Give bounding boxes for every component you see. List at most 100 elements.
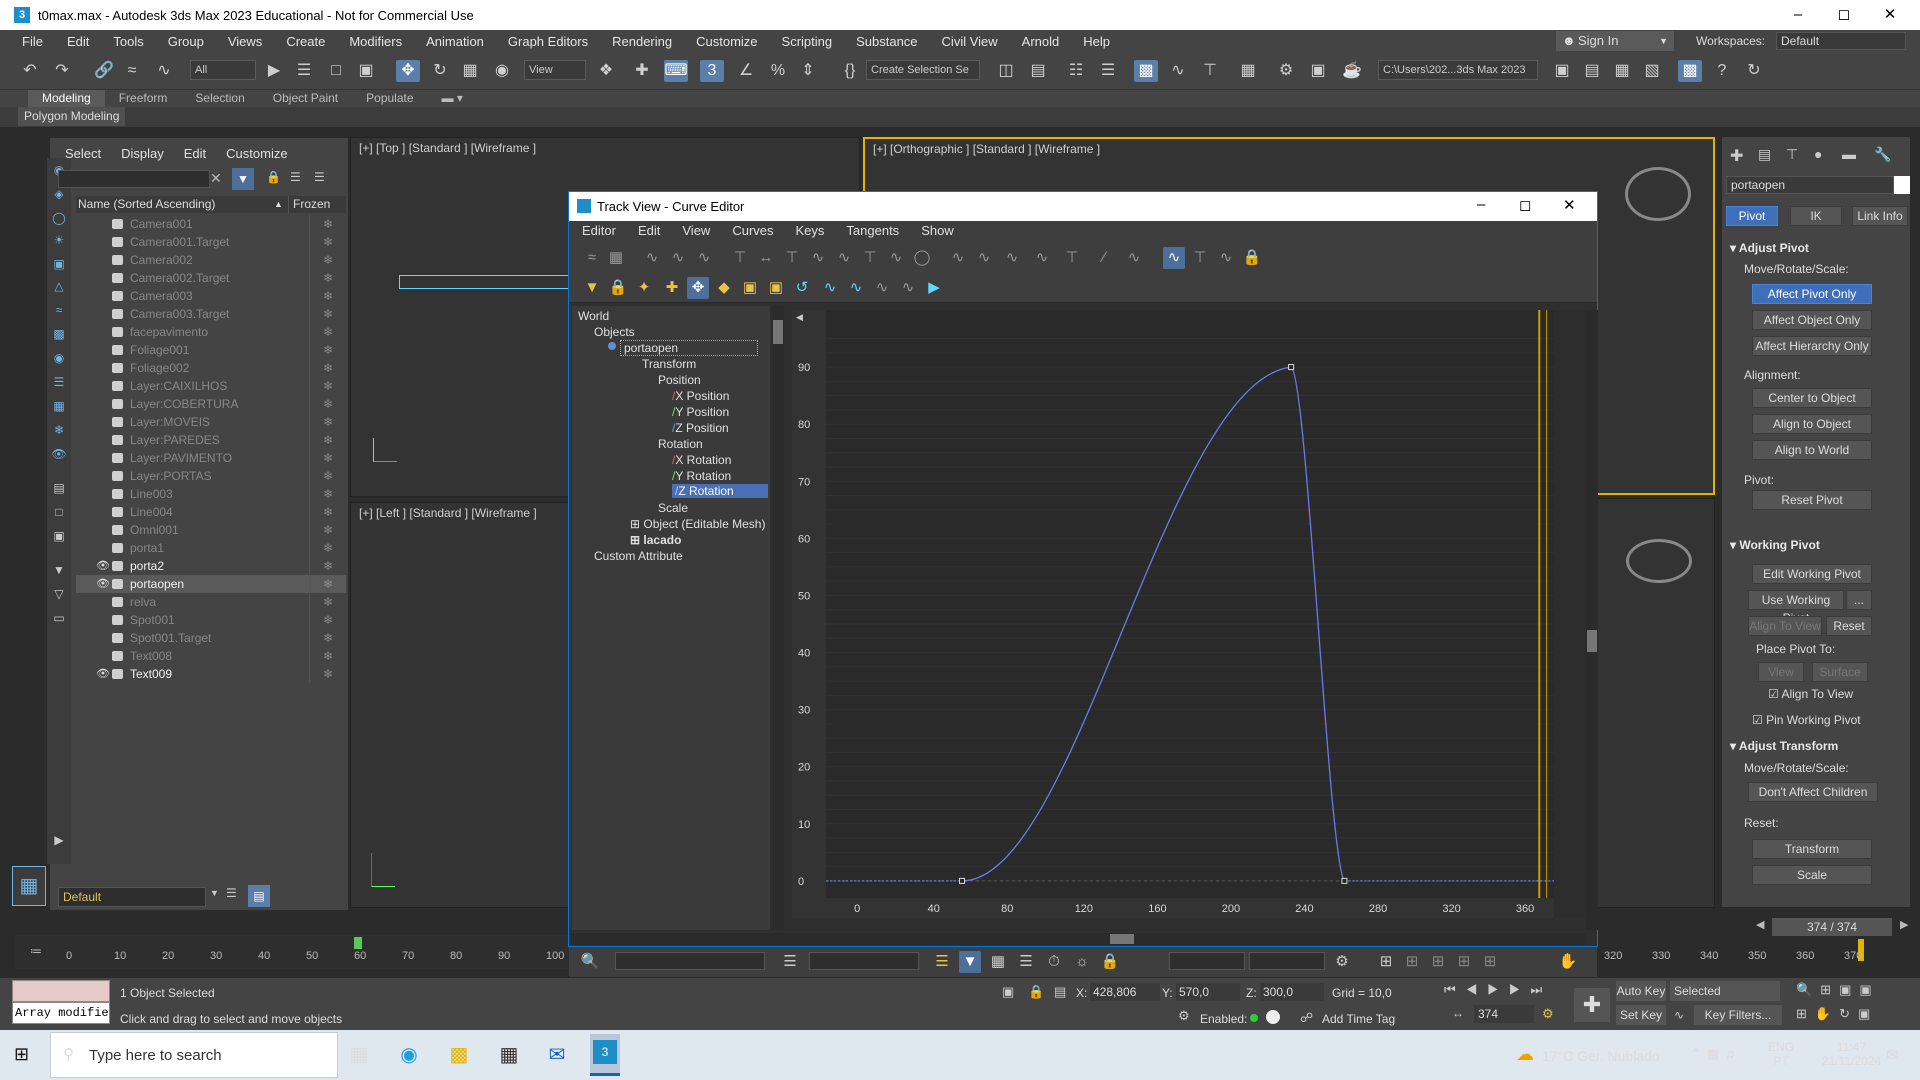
- object-name-field[interactable]: portaopen: [1726, 176, 1894, 194]
- arnold-icon[interactable]: ▩: [1678, 60, 1702, 82]
- open-icon[interactable]: ▤: [1580, 60, 1604, 82]
- help-icon[interactable]: ?: [1710, 60, 1734, 82]
- curve-tool-4-icon[interactable]: ⊤: [729, 247, 751, 269]
- use-working-pivot-button[interactable]: Use Working Pivot: [1748, 590, 1844, 625]
- working-pivot-heading[interactable]: ▾ Working Pivot: [1730, 538, 1820, 552]
- freeze-toggle-icon[interactable]: ❄: [309, 539, 346, 557]
- tangent-5-icon[interactable]: ⊤: [1061, 247, 1083, 269]
- retime-tool-icon[interactable]: ∿: [819, 277, 841, 299]
- reset-transform-button[interactable]: Transform: [1752, 839, 1872, 859]
- freeze-toggle-icon[interactable]: ❄: [309, 305, 346, 323]
- render-setup-icon[interactable]: ⚙: [1274, 60, 1298, 82]
- scene-list-item[interactable]: Foliage002 ❄: [76, 359, 346, 377]
- ref-coord-dropdown[interactable]: View: [524, 60, 586, 80]
- tv-hand-icon[interactable]: ✋: [1557, 951, 1579, 973]
- notifications-icon[interactable]: ✉: [1886, 1046, 1899, 1064]
- select-by-name-icon[interactable]: ☰: [292, 60, 316, 82]
- graph-hscroll-thumb[interactable]: [1110, 934, 1134, 944]
- freeze-toggle-icon[interactable]: ❄: [309, 629, 346, 647]
- adaptive-degradation-icon[interactable]: ⚙: [1178, 1008, 1190, 1024]
- next-frame-arrow-icon[interactable]: ▶: [1900, 918, 1908, 931]
- tree-scale[interactable]: Scale: [658, 501, 688, 515]
- pivot-tab-button[interactable]: Pivot: [1726, 206, 1778, 226]
- tab-object-paint[interactable]: Object Paint: [259, 90, 352, 107]
- tv-menu-keys[interactable]: Keys: [785, 221, 836, 241]
- freeze-toggle-icon[interactable]: ❄: [309, 269, 346, 287]
- affect-pivot-only-button[interactable]: Affect Pivot Only: [1752, 284, 1872, 304]
- clock[interactable]: 11:47 21/11/2024: [1822, 1040, 1881, 1068]
- tv-menu-tangents[interactable]: Tangents: [835, 221, 910, 241]
- scene-list-item[interactable]: Layer:PAREDES ❄: [76, 431, 346, 449]
- spinner-snap-icon[interactable]: ⇕: [796, 60, 820, 82]
- tree-portaopen[interactable]: portaopen: [620, 340, 758, 356]
- scene-list-item[interactable]: Layer:MOVEIS ❄: [76, 413, 346, 431]
- freeze-toggle-icon[interactable]: ❄: [309, 431, 346, 449]
- viewport-left-label[interactable]: [+] [Left ] [Standard ] [Wireframe ]: [359, 506, 537, 520]
- sign-in-button[interactable]: ☻ Sign In ▼: [1556, 31, 1674, 51]
- display-helpers-icon[interactable]: △: [51, 278, 67, 294]
- time-config-icon[interactable]: ⚙: [1542, 1006, 1554, 1022]
- freeze-toggle-icon[interactable]: ❄: [309, 485, 346, 503]
- tree-y-position[interactable]: /Y Position: [672, 405, 729, 419]
- tv-search-field[interactable]: [615, 952, 765, 970]
- tree-world[interactable]: World: [578, 309, 609, 323]
- scene-list-item[interactable]: facepavimento ❄: [76, 323, 346, 341]
- scene-list-item[interactable]: porta1 ❄: [76, 539, 346, 557]
- named-selection-dropdown[interactable]: Create Selection Se: [866, 60, 980, 80]
- menu-file[interactable]: File: [10, 34, 55, 49]
- tv-zoom2-icon[interactable]: ⊞: [1401, 951, 1423, 973]
- layer-manager-icon[interactable]: ▤: [248, 885, 270, 907]
- workspace-dropdown[interactable]: Default: [1776, 32, 1906, 50]
- export-icon[interactable]: ▧: [1640, 60, 1664, 82]
- menu-edit[interactable]: Edit: [55, 34, 101, 49]
- layer-stack-icon[interactable]: ☰: [226, 886, 237, 900]
- freeze-toggle-icon[interactable]: ❄: [309, 287, 346, 305]
- tangent-2-icon[interactable]: ∿: [973, 247, 995, 269]
- key-mode-toggle-icon[interactable]: ↔: [1452, 1006, 1464, 1020]
- tangent-4-icon[interactable]: ∿: [1031, 247, 1053, 269]
- display-tab-icon[interactable]: ▬: [1842, 146, 1856, 162]
- tv-value-field[interactable]: [809, 952, 919, 970]
- graph-hscroll[interactable]: [570, 933, 1586, 945]
- scene-list-item[interactable]: Layer:PAVIMENTO ❄: [76, 449, 346, 467]
- render-production-icon[interactable]: ☕: [1340, 60, 1364, 82]
- tv-menu-curves[interactable]: Curves: [721, 221, 784, 241]
- explorer-type-icon[interactable]: ▦: [12, 866, 46, 906]
- filter-toggle-icon[interactable]: ▼: [232, 168, 254, 190]
- tv-frame-field[interactable]: [1169, 952, 1245, 970]
- edit-named-selection-icon[interactable]: {}: [838, 60, 862, 82]
- key-filters-button[interactable]: Key Filters...: [1694, 1005, 1782, 1025]
- slide-keys-icon[interactable]: ◆: [713, 277, 735, 299]
- move-icon[interactable]: ✥: [396, 60, 420, 82]
- filter-curves-icon[interactable]: ▼: [581, 277, 603, 299]
- curve-tool-2-icon[interactable]: ∿: [667, 247, 689, 269]
- prev-frame-arrow-icon[interactable]: ◀: [1756, 918, 1764, 931]
- scene-list-item[interactable]: Foliage001 ❄: [76, 341, 346, 359]
- scene-list-item[interactable]: Camera001 ❄: [76, 215, 346, 233]
- language-indicator[interactable]: ENG PT: [1768, 1040, 1794, 1068]
- menu-customize[interactable]: Customize: [684, 34, 769, 49]
- layer-explorer-icon[interactable]: ☰: [1096, 60, 1120, 82]
- key-tangent-icon[interactable]: ∿: [1674, 1008, 1684, 1022]
- tree-editable-mesh[interactable]: ⊞ Object (Editable Mesh): [630, 517, 765, 531]
- viewcube-persp-icon[interactable]: [1626, 539, 1692, 583]
- filter2-icon[interactable]: ▽: [51, 586, 67, 602]
- viewcube-icon[interactable]: [1625, 167, 1691, 221]
- display-lights-icon[interactable]: ☀: [51, 232, 67, 248]
- maxscript-listener-top[interactable]: [12, 980, 110, 1002]
- key-set-dropdown[interactable]: Selected: [1670, 981, 1780, 1001]
- hierarchy-tab-icon[interactable]: ⊤: [1786, 146, 1798, 163]
- display-hidden-icon[interactable]: 👁: [51, 446, 67, 462]
- freeze-toggle-icon[interactable]: ❄: [309, 413, 346, 431]
- dont-affect-children-button[interactable]: Don't Affect Children: [1748, 782, 1878, 802]
- tv-zoom5-icon[interactable]: ⊞: [1479, 951, 1501, 973]
- create-tab-icon[interactable]: ✚: [1730, 146, 1743, 166]
- hierarchy-icon[interactable]: ☰: [290, 170, 301, 184]
- tree-position[interactable]: Position: [658, 373, 701, 387]
- auto-key-button[interactable]: Auto Key: [1616, 981, 1666, 1001]
- show-tangents-icon[interactable]: ∿: [1163, 247, 1185, 269]
- enabled-toggle-icon[interactable]: [1266, 1010, 1280, 1024]
- param-curve-icon[interactable]: ∿: [897, 277, 919, 299]
- tree-rotation[interactable]: Rotation: [658, 437, 703, 451]
- freeze-toggle-icon[interactable]: ❄: [309, 593, 346, 611]
